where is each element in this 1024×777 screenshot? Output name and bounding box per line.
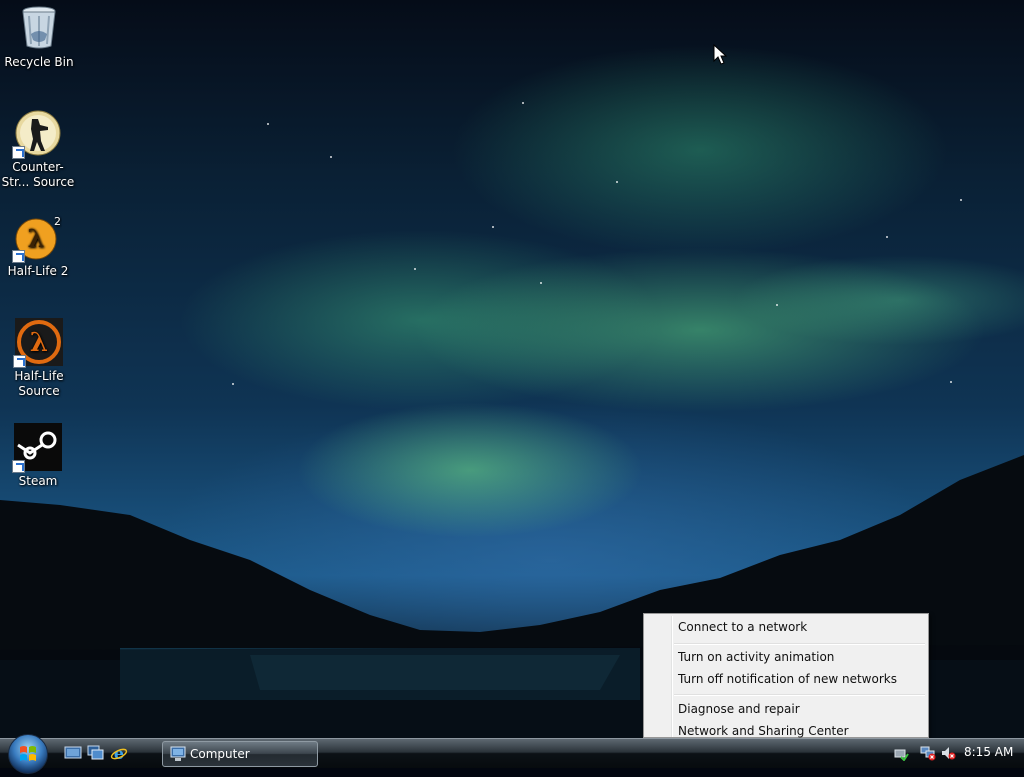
menu-item-activity-animation[interactable]: Turn on activity animation	[678, 647, 834, 667]
computer-icon	[170, 746, 186, 761]
network-context-menu: Connect to a network Turn on activity an…	[643, 613, 929, 738]
windows-logo-icon	[20, 746, 36, 761]
shortcut-arrow-icon	[12, 146, 25, 159]
desktop-icon-steam[interactable]: Steam	[0, 423, 76, 489]
desktop-icon-label: Half-Life 2	[7, 264, 69, 278]
network-disconnected-icon[interactable]	[920, 745, 936, 761]
start-button[interactable]	[8, 734, 48, 774]
taskbar-button-computer[interactable]: Computer	[162, 741, 318, 767]
shortcut-arrow-icon	[13, 355, 26, 368]
taskbar: e Computer 8:15 AM	[0, 734, 1024, 774]
internet-explorer-icon[interactable]: e	[110, 745, 128, 761]
counter-strike-icon	[12, 109, 62, 159]
show-desktop-icon[interactable]	[64, 745, 82, 761]
volume-muted-icon[interactable]	[940, 745, 956, 761]
shortcut-arrow-icon	[12, 250, 25, 263]
menu-separator	[674, 643, 925, 645]
desktop-icon-label: Recycle Bin	[4, 55, 74, 69]
desktop-icon-half-life-source[interactable]: λ Half-Life Source	[1, 318, 77, 399]
safely-remove-hardware-icon[interactable]	[893, 745, 909, 761]
desktop-icon-recycle-bin[interactable]: Recycle Bin	[1, 4, 77, 70]
desktop-icon-counter-strike-source[interactable]: Counter-Str... Source	[0, 109, 76, 190]
desktop-icon-label: Counter-Str... Source	[1, 160, 75, 189]
shortcut-arrow-icon	[12, 460, 25, 473]
system-clock[interactable]: 8:15 AM	[964, 745, 1013, 759]
recycle-bin-icon	[15, 4, 63, 52]
svg-text:λ: λ	[28, 224, 45, 253]
menu-separator	[674, 694, 925, 696]
taskbar-button-label: Computer	[190, 747, 250, 761]
steam-icon	[12, 423, 62, 473]
desktop-icon-label: Half-Life Source	[14, 369, 64, 398]
switch-windows-icon[interactable]	[87, 745, 105, 761]
desktop-icon-label: Steam	[18, 474, 58, 488]
desktop-icon-half-life-2[interactable]: λ 2 Half-Life 2	[0, 213, 76, 279]
menu-gutter	[671, 616, 673, 737]
menu-item-connect-to-network[interactable]: Connect to a network	[678, 617, 807, 637]
svg-text:λ: λ	[30, 328, 48, 358]
half-life-2-icon: λ 2	[12, 213, 62, 263]
menu-item-diagnose-and-repair[interactable]: Diagnose and repair	[678, 699, 800, 719]
half-life-source-icon: λ	[13, 318, 63, 368]
menu-item-notification-new-networks[interactable]: Turn off notification of new networks	[678, 669, 897, 689]
svg-text:2: 2	[54, 215, 61, 228]
mouse-cursor-icon	[713, 44, 727, 65]
